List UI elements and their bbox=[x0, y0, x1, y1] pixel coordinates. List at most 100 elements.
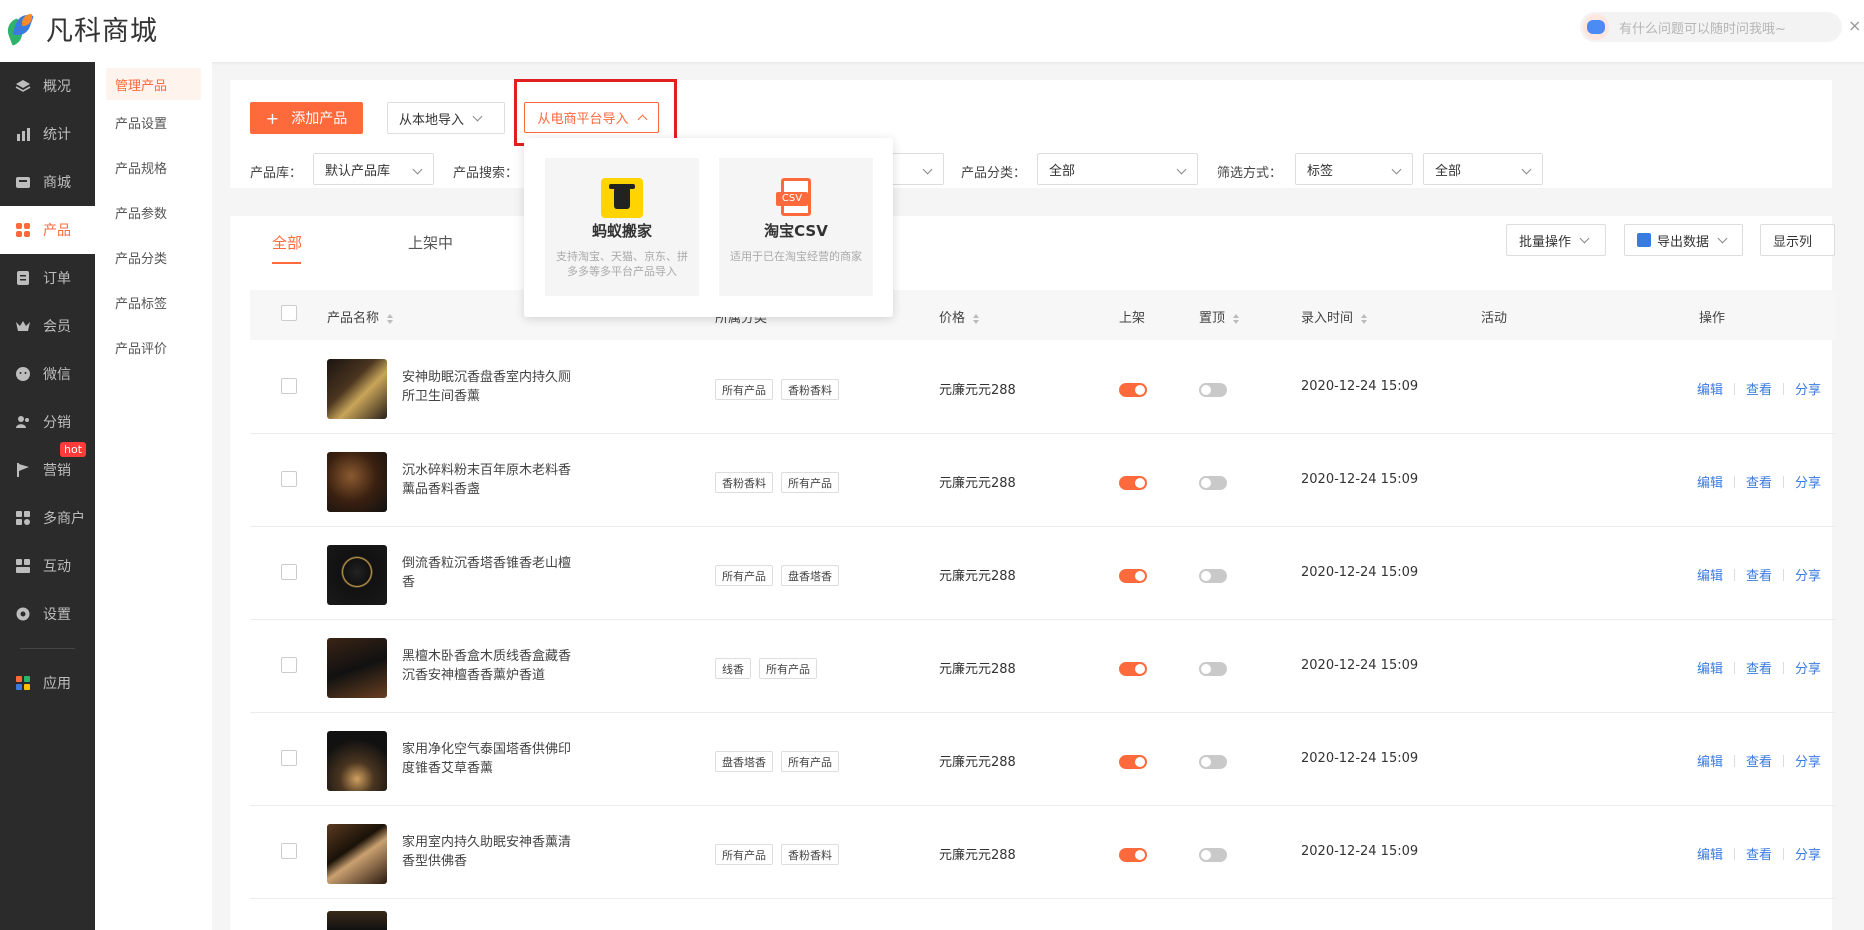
sidebar-item-label: 设置 bbox=[43, 607, 71, 623]
col-price[interactable]: 价格 bbox=[939, 307, 980, 326]
col-top[interactable]: 置顶 bbox=[1199, 307, 1240, 326]
col-name[interactable]: 产品名称 bbox=[327, 307, 394, 326]
platform-import-button[interactable]: 从电商平台导入 bbox=[524, 102, 659, 133]
select-all-checkbox[interactable] bbox=[281, 305, 297, 321]
onsale-toggle[interactable] bbox=[1119, 476, 1147, 490]
product-thumbnail[interactable] bbox=[327, 359, 387, 419]
share-link[interactable]: 分享 bbox=[1795, 379, 1821, 398]
pin-top-toggle[interactable] bbox=[1199, 662, 1227, 676]
subnav-item[interactable]: 产品标签 bbox=[95, 280, 212, 325]
sidebar-item-apps[interactable]: 应用 bbox=[0, 659, 95, 707]
row-checkbox[interactable] bbox=[281, 657, 297, 673]
pin-top-toggle[interactable] bbox=[1199, 569, 1227, 583]
product-thumbnail[interactable] bbox=[327, 731, 387, 791]
view-link[interactable]: 查看 bbox=[1746, 565, 1772, 584]
subnav-item[interactable]: 产品规格 bbox=[95, 145, 212, 190]
sidebar-item-grid[interactable]: 产品 bbox=[0, 206, 95, 254]
view-link[interactable]: 查看 bbox=[1746, 379, 1772, 398]
sidebar-item-gear[interactable]: 设置 bbox=[0, 590, 95, 638]
onsale-toggle[interactable] bbox=[1119, 569, 1147, 583]
view-link[interactable]: 查看 bbox=[1746, 751, 1772, 770]
batch-actions-button[interactable]: 批量操作 bbox=[1506, 224, 1606, 256]
product-thumbnail[interactable] bbox=[327, 911, 387, 930]
close-icon[interactable]: × bbox=[1848, 16, 1861, 35]
filter-value-select[interactable]: 全部 bbox=[1423, 153, 1543, 185]
tab-all[interactable]: 全部 bbox=[272, 232, 302, 253]
edit-link[interactable]: 编辑 bbox=[1697, 472, 1723, 491]
category-tag: 盘香塔香 bbox=[781, 565, 839, 586]
sidebar-item-order[interactable]: 订单 bbox=[0, 254, 95, 302]
product-name[interactable]: 家用净化空气泰国塔香供佛印度锥香艾草香薰 bbox=[402, 740, 580, 778]
onsale-toggle[interactable] bbox=[1119, 383, 1147, 397]
sidebar-item-layers[interactable]: 概况 bbox=[0, 62, 95, 110]
share-link[interactable]: 分享 bbox=[1795, 472, 1821, 491]
tab-on-sale[interactable]: 上架中 bbox=[408, 232, 453, 253]
subnav-item[interactable]: 产品分类 bbox=[95, 235, 212, 280]
product-thumbnail[interactable] bbox=[327, 452, 387, 512]
pin-top-toggle[interactable] bbox=[1199, 848, 1227, 862]
export-data-button[interactable]: 导出数据 bbox=[1624, 224, 1743, 256]
subnav-item[interactable]: 产品设置 bbox=[95, 100, 212, 145]
subnav-item[interactable]: 产品参数 bbox=[95, 190, 212, 235]
row-checkbox[interactable] bbox=[281, 471, 297, 487]
share-link[interactable]: 分享 bbox=[1795, 565, 1821, 584]
share-link[interactable]: 分享 bbox=[1795, 751, 1821, 770]
share-link[interactable]: 分享 bbox=[1795, 844, 1821, 863]
edit-link[interactable]: 编辑 bbox=[1697, 658, 1723, 677]
sidebar-item-users[interactable]: 分销 bbox=[0, 398, 95, 446]
local-import-button[interactable]: 从本地导入 bbox=[387, 102, 505, 134]
row-checkbox[interactable] bbox=[281, 750, 297, 766]
onsale-toggle[interactable] bbox=[1119, 848, 1147, 862]
product-thumbnail[interactable] bbox=[327, 638, 387, 698]
subnav-item[interactable]: 管理产品 bbox=[106, 68, 201, 100]
logo[interactable]: 凡科商城 bbox=[4, 8, 158, 48]
sort-icon[interactable] bbox=[1233, 313, 1240, 324]
edit-link[interactable]: 编辑 bbox=[1697, 565, 1723, 584]
share-link[interactable]: 分享 bbox=[1795, 658, 1821, 677]
col-time[interactable]: 录入时间 bbox=[1301, 307, 1368, 326]
product-name[interactable]: 安神助眠沉香盘香室内持久厕所卫生间香薰 bbox=[402, 368, 580, 406]
sidebar-item-store[interactable]: 商城 bbox=[0, 158, 95, 206]
pin-top-toggle[interactable] bbox=[1199, 755, 1227, 769]
help-search-box[interactable]: 有什么问题可以随时问我哦~ bbox=[1580, 12, 1842, 42]
sidebar-item-chart[interactable]: 统计 bbox=[0, 110, 95, 158]
sort-icon[interactable] bbox=[973, 313, 980, 324]
sidebar-item-wechat[interactable]: 微信 bbox=[0, 350, 95, 398]
view-link[interactable]: 查看 bbox=[1746, 472, 1772, 491]
sidebar-item-multi-shop[interactable]: 多商户 bbox=[0, 494, 95, 542]
edit-link[interactable]: 编辑 bbox=[1697, 844, 1723, 863]
ant-mover-option[interactable]: 蚂蚁搬家 支持淘宝、天猫、京东、拼多多等多平台产品导入 bbox=[545, 158, 699, 296]
pin-top-toggle[interactable] bbox=[1199, 476, 1227, 490]
sort-icon[interactable] bbox=[1361, 313, 1368, 324]
product-thumbnail[interactable] bbox=[327, 545, 387, 605]
product-price: 元廉元元288 bbox=[939, 662, 1016, 677]
sidebar-item-crown[interactable]: 会员 bbox=[0, 302, 95, 350]
product-name[interactable]: 黑檀木卧香盒木质线香盒藏香沉香安神檀香香薰炉香道 bbox=[402, 647, 580, 685]
row-checkbox[interactable] bbox=[281, 843, 297, 859]
view-link[interactable]: 查看 bbox=[1746, 844, 1772, 863]
subnav-item[interactable]: 产品评价 bbox=[95, 325, 212, 370]
sidebar-item-flag[interactable]: 营销 hot bbox=[0, 442, 95, 494]
onsale-toggle[interactable] bbox=[1119, 662, 1147, 676]
product-thumbnail[interactable] bbox=[327, 824, 387, 884]
sidebar-item-label: 应用 bbox=[43, 676, 71, 692]
library-select[interactable]: 默认产品库 bbox=[313, 153, 434, 185]
layers-icon bbox=[15, 78, 31, 94]
product-name[interactable]: 家用室内持久助眠安神香薰清香型供佛香 bbox=[402, 833, 580, 871]
edit-link[interactable]: 编辑 bbox=[1697, 379, 1723, 398]
sort-icon[interactable] bbox=[387, 313, 394, 324]
filter-mode-select[interactable]: 标签 bbox=[1295, 153, 1413, 185]
product-name[interactable]: 沉水碎料粉末百年原木老料香薰品香料香盏 bbox=[402, 461, 580, 499]
row-checkbox[interactable] bbox=[281, 378, 297, 394]
view-link[interactable]: 查看 bbox=[1746, 658, 1772, 677]
edit-link[interactable]: 编辑 bbox=[1697, 751, 1723, 770]
pin-top-toggle[interactable] bbox=[1199, 383, 1227, 397]
onsale-toggle[interactable] bbox=[1119, 755, 1147, 769]
row-checkbox[interactable] bbox=[281, 564, 297, 580]
product-name[interactable]: 倒流香粒沉香塔香锥香老山檀香 bbox=[402, 554, 580, 592]
sidebar-item-interact[interactable]: 互动 bbox=[0, 542, 95, 590]
display-columns-button[interactable]: 显示列 bbox=[1760, 224, 1835, 256]
taobao-csv-option[interactable]: CSV 淘宝CSV 适用于已在淘宝经营的商家 bbox=[719, 158, 873, 296]
category-select[interactable]: 全部 bbox=[1037, 153, 1198, 185]
add-product-button[interactable]: + 添加产品 bbox=[250, 102, 363, 134]
